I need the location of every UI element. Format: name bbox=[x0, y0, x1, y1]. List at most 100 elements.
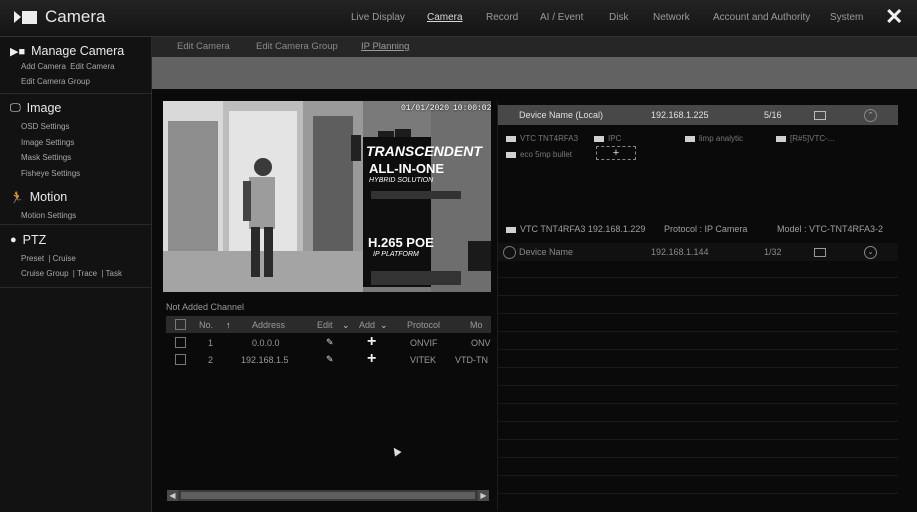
camera-item[interactable]: eco 5mp bullet bbox=[506, 150, 572, 159]
nav-network[interactable]: Network bbox=[653, 12, 690, 23]
sidebar-item-edit-camera[interactable]: Edit Camera bbox=[70, 62, 114, 71]
sidebar-head-manage-camera[interactable]: ▶■ Manage Camera bbox=[10, 44, 124, 58]
camera-icon bbox=[685, 135, 695, 142]
tab-ip-planning[interactable]: IP Planning bbox=[361, 41, 409, 52]
chevron-down-icon[interactable]: ⌄ bbox=[342, 320, 350, 331]
poster-brand: TRANSCENDENT bbox=[366, 143, 482, 159]
top-bar: Camera Live Display Camera Record AI / E… bbox=[0, 0, 917, 37]
device-local-ip: 192.168.1.225 bbox=[651, 110, 709, 120]
status-ip: 192.168.1.229 bbox=[587, 224, 646, 234]
row-checkbox[interactable] bbox=[175, 337, 186, 348]
select-all-checkbox[interactable] bbox=[175, 319, 186, 330]
table-row[interactable]: 1 0.0.0.0 ✎ + ONVIF ONV bbox=[166, 334, 491, 351]
sidebar-sub-row: Cruise Group | Trace | Task bbox=[21, 269, 122, 278]
nav-camera[interactable]: Camera bbox=[427, 12, 463, 23]
cell-model: VTD-TN bbox=[455, 355, 488, 365]
sidebar-head-image[interactable]: 🖵 Image bbox=[10, 101, 61, 115]
sidebar-item-motion-settings[interactable]: Motion Settings bbox=[21, 211, 76, 220]
sidebar-item-mask-settings[interactable]: Mask Settings bbox=[21, 153, 71, 162]
camera-icon bbox=[506, 135, 516, 142]
sidebar-item-edit-camera-group[interactable]: Edit Camera Group bbox=[21, 77, 90, 86]
nav-disk[interactable]: Disk bbox=[609, 12, 628, 23]
sidebar-item-cruise[interactable]: Cruise bbox=[53, 254, 76, 263]
tab-edit-camera[interactable]: Edit Camera bbox=[177, 41, 230, 52]
close-icon[interactable]: ✕ bbox=[885, 6, 903, 28]
nav-account-authority[interactable]: Account and Authority bbox=[713, 12, 810, 23]
sidebar-section-image: 🖵 Image OSD Settings Image Settings Mask… bbox=[0, 94, 151, 225]
cell-no: 2 bbox=[208, 355, 214, 365]
device-local-header[interactable]: Device Name (Local) 192.168.1.225 5/16 ⌃ bbox=[498, 105, 898, 125]
sidebar-title-ptz: PTZ bbox=[22, 233, 47, 247]
camera-icon bbox=[776, 135, 786, 142]
chevron-down-icon[interactable]: ⌄ bbox=[380, 320, 388, 331]
sub-tab-bar: Edit Camera Edit Camera Group IP Plannin… bbox=[152, 37, 917, 57]
add-plus-icon[interactable]: + bbox=[367, 351, 376, 367]
sidebar-item-trace[interactable]: Trace bbox=[77, 269, 97, 278]
device-remote-ip: 192.168.1.144 bbox=[651, 247, 709, 257]
camera-item[interactable]: VTC TNT4RFA3 bbox=[506, 134, 578, 143]
sidebar-item-fisheye-settings[interactable]: Fisheye Settings bbox=[21, 169, 80, 178]
col-protocol[interactable]: Protocol bbox=[407, 320, 440, 330]
poster-subtitle-2: HYBRID SOLUTION bbox=[369, 177, 434, 184]
osd-time: 10:00:02 bbox=[453, 104, 491, 113]
edit-pencil-icon[interactable]: ✎ bbox=[326, 354, 334, 365]
app-title-area: Camera bbox=[14, 7, 105, 27]
camera-icon: ▶■ bbox=[10, 45, 26, 58]
poster-subtitle: ALL-IN-ONE bbox=[369, 161, 445, 176]
camera-item[interactable]: [R#5]VTC-... bbox=[776, 134, 834, 143]
camera-item[interactable]: IPC bbox=[594, 134, 621, 143]
scroll-left-icon[interactable]: ◀ bbox=[167, 490, 178, 501]
scrollbar-thumb[interactable] bbox=[181, 492, 475, 499]
sort-arrow-icon[interactable]: ↑ bbox=[226, 320, 231, 330]
sidebar-item-add-camera[interactable]: Add Camera bbox=[21, 62, 66, 71]
sidebar-section-ptz: ● PTZ Preset | Cruise Cruise Group | Tra… bbox=[0, 225, 151, 288]
row-checkbox[interactable] bbox=[175, 354, 186, 365]
sidebar-title-motion: Motion bbox=[29, 190, 68, 204]
device-remote-count: 1/32 bbox=[764, 247, 782, 257]
tab-edit-camera-group[interactable]: Edit Camera Group bbox=[256, 41, 338, 52]
monitor-icon[interactable] bbox=[814, 111, 826, 120]
poster-codec: H.265 POE bbox=[368, 235, 434, 250]
table-row[interactable]: 2 192.168.1.5 ✎ + VITEK VTD-TN bbox=[166, 351, 491, 368]
osd-date: 01/01/2020 bbox=[401, 104, 450, 113]
nav-record[interactable]: Record bbox=[486, 12, 518, 23]
chevron-down-icon[interactable]: ⌄ bbox=[864, 246, 877, 259]
video-preview: TRANSCENDENT ALL-IN-ONE HYBRID SOLUTION … bbox=[163, 101, 491, 292]
nav-system[interactable]: System bbox=[830, 12, 863, 23]
sidebar-sub-row: Edit Camera Group bbox=[21, 77, 92, 86]
sidebar-head-motion[interactable]: 🏃 Motion bbox=[10, 190, 67, 204]
radio-circle-icon[interactable] bbox=[503, 246, 516, 259]
col-add[interactable]: Add bbox=[359, 320, 375, 330]
sidebar-item-task[interactable]: Task bbox=[106, 269, 122, 278]
col-edit[interactable]: Edit bbox=[317, 320, 333, 330]
device-remote-row[interactable]: Device Name 192.168.1.144 1/32 ⌄ bbox=[498, 243, 898, 261]
camera-icon bbox=[14, 10, 37, 24]
cell-no: 1 bbox=[208, 338, 214, 348]
nav-ai-event[interactable]: AI / Event bbox=[540, 12, 583, 23]
sidebar-head-ptz[interactable]: ● PTZ bbox=[10, 233, 46, 247]
poster-platform: IP PLATFORM bbox=[373, 251, 419, 258]
sidebar-title-manage-camera: Manage Camera bbox=[31, 44, 125, 58]
sidebar-item-image-settings[interactable]: Image Settings bbox=[21, 138, 74, 147]
scroll-right-icon[interactable]: ▶ bbox=[478, 490, 489, 501]
monitor-icon[interactable] bbox=[814, 248, 826, 257]
edit-pencil-icon[interactable]: ✎ bbox=[326, 337, 334, 348]
sidebar-sub-row: Add Camera Edit Camera bbox=[21, 62, 117, 71]
toolbar-strip bbox=[152, 57, 917, 89]
col-no[interactable]: No. bbox=[199, 320, 213, 330]
chevron-up-icon[interactable]: ⌃ bbox=[864, 109, 877, 122]
add-camera-slot[interactable]: + bbox=[596, 146, 636, 160]
ptz-camera-icon: ● bbox=[10, 234, 17, 246]
add-plus-icon[interactable]: + bbox=[367, 334, 376, 350]
camera-item[interactable]: limp analytic bbox=[685, 134, 743, 143]
horizontal-scrollbar[interactable]: ◀ ▶ bbox=[167, 490, 489, 501]
sidebar-item-preset[interactable]: Preset bbox=[21, 254, 44, 263]
sidebar-sub-row: Preset | Cruise bbox=[21, 254, 76, 263]
col-model[interactable]: Mo bbox=[470, 320, 483, 330]
selected-camera-info: VTC TNT4RFA3 192.168.1.229 bbox=[506, 224, 645, 234]
nav-live-display[interactable]: Live Display bbox=[351, 12, 405, 23]
sidebar-section-manage-camera: ▶■ Manage Camera Add Camera Edit Camera … bbox=[0, 37, 151, 94]
sidebar-item-osd-settings[interactable]: OSD Settings bbox=[21, 122, 69, 131]
col-address[interactable]: Address bbox=[252, 320, 285, 330]
sidebar-item-cruise-group[interactable]: Cruise Group bbox=[21, 269, 69, 278]
